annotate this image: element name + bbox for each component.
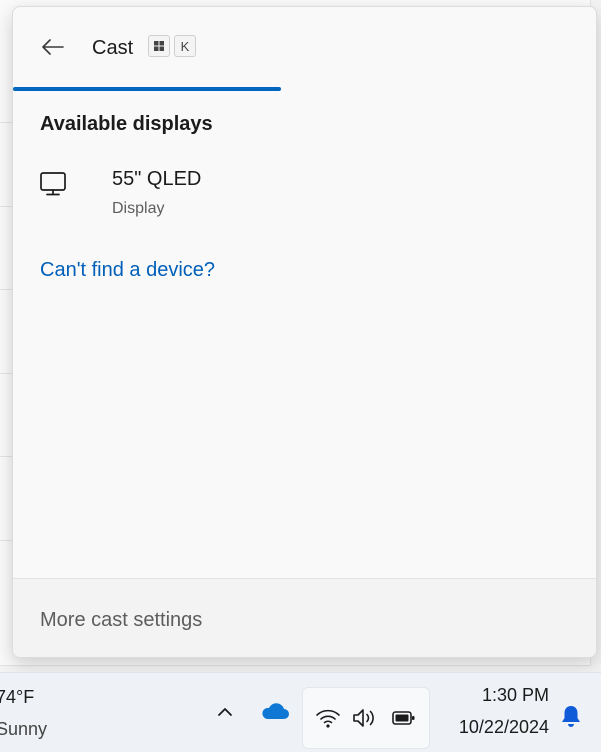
volume-icon [353,709,374,727]
background-divider [0,206,12,207]
battery-icon [392,711,415,725]
progress-fill [13,87,282,91]
clock-date[interactable]: 10/22/2024 [459,717,549,738]
background-divider [0,456,12,457]
weather-temperature[interactable]: 74°F [0,687,34,708]
quick-settings-button[interactable] [302,687,430,749]
background-divider [0,289,12,290]
show-hidden-icons-button[interactable] [210,697,240,727]
device-type: Display [112,200,165,217]
shortcut-key-k: K [174,35,196,57]
flyout-title: Cast [92,37,134,59]
device-name: 55" QLED [112,168,202,190]
monitor-icon [40,172,66,196]
notification-button[interactable] [556,701,586,731]
arrow-left-icon [42,39,64,55]
clock-time[interactable]: 1:30 PM [482,685,549,706]
flyout-header: Cast K [13,7,596,93]
background-divider [0,122,12,123]
taskbar: 74°F Sunny 1:30 PM 10/22/2024 [0,672,601,752]
wifi-icon [316,709,340,728]
onedrive-icon [262,703,289,719]
flyout-footer: More cast settings [13,578,596,657]
section-title: Available displays [40,113,213,135]
background-divider [0,540,12,541]
cant-find-device-link[interactable]: Can't find a device? [40,259,215,282]
notification-bell-icon [562,706,580,727]
scanning-progress-bar [13,87,596,91]
windows-key-icon [148,35,170,57]
background-divider [0,373,12,374]
more-cast-settings-link[interactable]: More cast settings [40,609,202,632]
onedrive-button[interactable] [258,697,292,727]
cast-flyout: Cast K Available displays 55" QLED Displ… [12,6,597,658]
weather-condition[interactable]: Sunny [0,719,47,740]
device-item[interactable]: 55" QLED Display [27,159,582,229]
back-button[interactable] [35,29,71,65]
chevron-up-icon [218,708,232,716]
